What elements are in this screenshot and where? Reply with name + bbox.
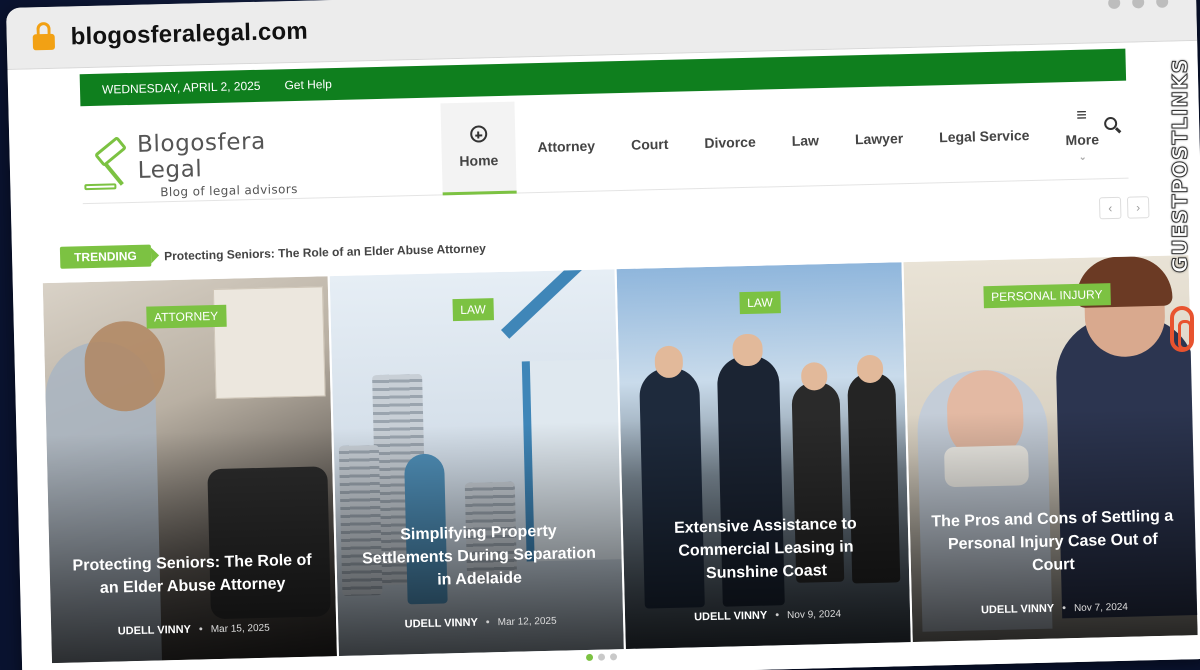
featured-card[interactable]: LAW Extensive Assistance to Commercial L… [616,262,911,650]
author-name[interactable]: UDELL VINNY [694,610,767,624]
pagination-dot[interactable] [609,653,618,661]
face-shape [732,333,763,367]
lock-icon [32,21,56,54]
card-title[interactable]: Extensive Assistance to Commercial Leasi… [641,512,892,587]
current-date: WEDNESDAY, APRIL 2, 2025 [101,78,261,97]
web-page: WEDNESDAY, APRIL 2, 2025 Get Help Blogos… [7,40,1200,670]
category-badge[interactable]: ATTORNEY [145,304,227,329]
post-date: Mar 15, 2025 [210,622,270,636]
nav-item-law[interactable]: Law [773,94,838,188]
browser-window: blogosferalegal.com WEDNESDAY, APRIL 2, … [6,0,1200,670]
card-title[interactable]: Simplifying Property Settlements During … [354,519,605,594]
window-controls [1108,0,1169,10]
nav-label: Attorney [537,137,596,156]
nav-label: Legal Service [938,127,1030,146]
pagination-dot[interactable] [597,653,606,661]
get-help-link[interactable]: Get Help [284,77,332,92]
featured-card[interactable]: ATTORNEY Protecting Seniors: The Role of… [42,276,337,664]
url-text[interactable]: blogosferalegal.com [70,17,308,51]
nav-label: Divorce [704,133,756,151]
search-icon[interactable] [1103,116,1118,131]
post-date: Nov 9, 2024 [786,608,842,622]
head-shape [83,320,166,413]
site-header: Blogosfera Legal Blog of legal advisors … [80,86,1129,205]
logo-title: Blogosfera Legal [136,128,267,184]
featured-slider: ATTORNEY Protecting Seniors: The Role of… [42,255,1200,664]
author-name[interactable]: UDELL VINNY [118,624,191,638]
slider-pagination [585,653,618,662]
category-badge[interactable]: LAW [738,291,781,315]
separator-dot: • [1062,602,1067,615]
post-date: Nov 7, 2024 [1073,601,1129,615]
nav-item-lawyer[interactable]: Lawyer [836,92,922,186]
featured-card[interactable]: LAW Simplifying Property Settlements Dur… [329,269,624,657]
plus-circle-icon [469,125,487,143]
guestpostlinks-watermark: GUESTPOSTLINKS [1168,58,1193,274]
nav-label-more: More [1065,130,1100,148]
nav-label: Court [630,135,669,153]
trending-badge: TRENDING [59,244,152,269]
chevron-right-icon[interactable]: › [1126,196,1150,219]
nav-item-more[interactable]: ≡ More ⌄ [1046,87,1118,181]
post-date: Mar 12, 2025 [497,615,557,629]
hamburger-icon: ≡ [1076,104,1088,125]
featured-card[interactable]: PERSONAL INJURY The Pros and Cons of Set… [903,255,1198,643]
category-badge[interactable]: PERSONAL INJURY [982,283,1111,309]
link-icon [1170,306,1194,352]
window-dot-icon[interactable] [1108,0,1121,10]
trending-headline[interactable]: Protecting Seniors: The Role of an Elder… [164,241,486,263]
author-name[interactable]: UDELL VINNY [981,603,1054,617]
face-shape [654,345,684,379]
face-shape [856,354,884,384]
nav-item-attorney[interactable]: Attorney [518,99,614,193]
logo-subtitle: Blog of legal advisors [160,181,298,200]
category-badge[interactable]: LAW [451,298,495,322]
window-dot-icon[interactable] [1132,0,1145,9]
face-shape [800,362,828,391]
main-nav: Home Attorney Court Divorce Law Lawyer L… [440,87,1118,196]
separator-dot: • [485,616,490,629]
kitchen-cabinet-shape [212,286,326,399]
gavel-icon [81,135,136,196]
trending-arrows: ‹ › [1098,196,1150,220]
nav-label: Lawyer [854,130,904,148]
chevron-left-icon[interactable]: ‹ [1098,196,1122,220]
nav-item-legal-service[interactable]: Legal Service [920,89,1048,184]
nav-item-court[interactable]: Court [612,97,688,191]
card-title[interactable]: The Pros and Cons of Settling a Personal… [928,505,1179,580]
nav-item-home[interactable]: Home [440,101,517,196]
nav-label: Law [791,132,820,149]
pagination-dot[interactable] [585,653,594,662]
chevron-down-icon: ⌄ [1078,151,1087,162]
site-logo[interactable]: Blogosfera Legal Blog of legal advisors [81,129,318,200]
window-dot-icon[interactable] [1156,0,1169,8]
separator-dot: • [198,623,203,636]
nav-item-divorce[interactable]: Divorce [685,95,775,189]
separator-dot: • [775,609,780,622]
card-title[interactable]: Protecting Seniors: The Role of an Elder… [67,549,317,601]
author-name[interactable]: UDELL VINNY [405,617,478,631]
nav-label-home: Home [459,152,499,169]
